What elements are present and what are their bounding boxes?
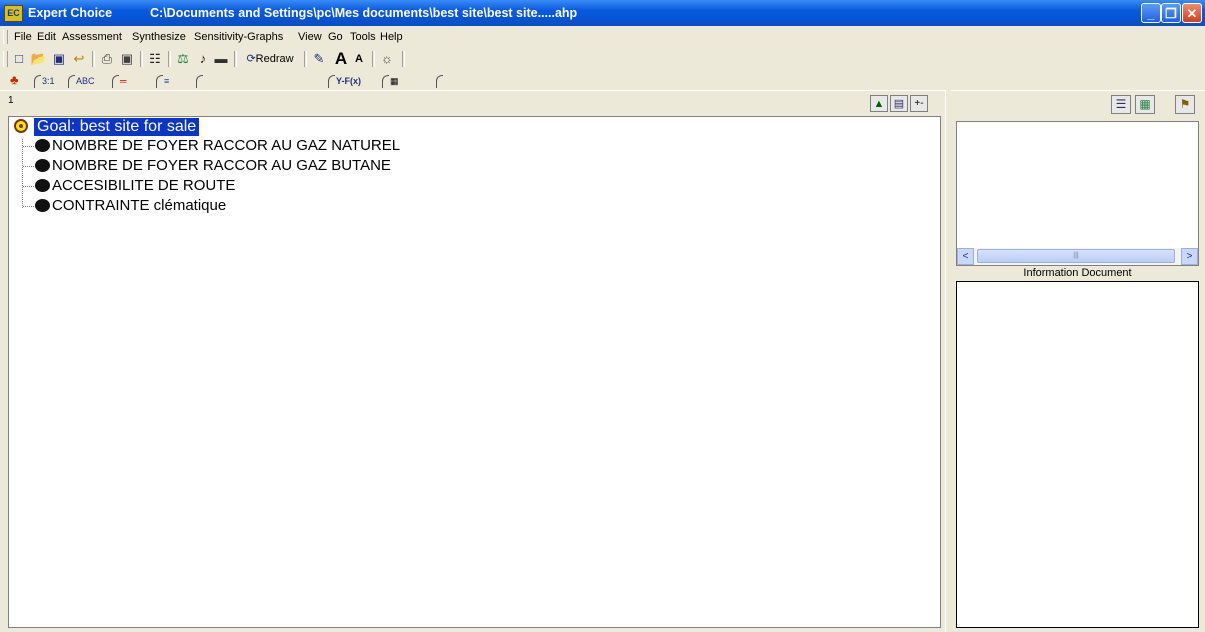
minimize-button[interactable]: _ bbox=[1141, 3, 1161, 23]
tree-connector bbox=[23, 206, 34, 207]
redraw-label: Redraw bbox=[255, 53, 294, 65]
information-document-pane[interactable] bbox=[956, 281, 1199, 628]
tab-formula[interactable]: Y-F(x) bbox=[328, 74, 361, 88]
app-title: Expert Choice bbox=[28, 6, 113, 20]
menu-edit[interactable]: Edit bbox=[37, 31, 56, 43]
toolbar-separator bbox=[304, 51, 307, 67]
font-smaller-icon[interactable]: A bbox=[352, 50, 366, 68]
balance-scale-icon[interactable]: ⚖ bbox=[174, 50, 192, 68]
edit-notes-icon[interactable]: ☰ bbox=[1111, 95, 1131, 114]
menu-file[interactable]: File bbox=[14, 31, 32, 43]
scroll-thumb[interactable]: ||| bbox=[977, 249, 1175, 263]
pane-splitter[interactable] bbox=[945, 90, 952, 632]
toolbar-separator bbox=[140, 51, 143, 67]
title-bar: EC Expert Choice C:\Documents and Settin… bbox=[0, 0, 1205, 26]
menu-tools[interactable]: Tools bbox=[350, 31, 376, 43]
notes-pane[interactable]: < ||| > bbox=[956, 121, 1199, 266]
mode-tabs-bar: ♣ 3:1 ABC ═ ≡ Y-F(x) ▦ bbox=[0, 72, 1205, 89]
undo-icon[interactable]: ↩ bbox=[70, 50, 88, 68]
block-icon[interactable]: ▬ bbox=[212, 50, 230, 68]
hierarchy-icon[interactable]: ☷ bbox=[146, 50, 164, 68]
criterion-label[interactable]: NOMBRE DE FOYER RACCOR AU GAZ BUTANE bbox=[52, 156, 391, 176]
tree-connector bbox=[23, 186, 34, 187]
tab-blank[interactable] bbox=[196, 74, 204, 88]
window-view-icon[interactable]: ▤ bbox=[890, 95, 908, 112]
menu-go[interactable]: Go bbox=[328, 31, 343, 43]
expert-choice-app-icon[interactable]: EC bbox=[4, 5, 23, 22]
menu-assessment[interactable]: Assessment bbox=[62, 31, 122, 43]
menu-grip bbox=[3, 30, 8, 44]
criterion-label[interactable]: NOMBRE DE FOYER RACCOR AU GAZ NATUREL bbox=[52, 136, 400, 156]
scroll-right-button[interactable]: > bbox=[1181, 248, 1198, 265]
expand-collapse-icon[interactable]: +- bbox=[910, 95, 928, 112]
menu-view[interactable]: View bbox=[298, 31, 322, 43]
criterion-label[interactable]: ACCESIBILITE DE ROUTE bbox=[52, 176, 235, 196]
save-disk-icon[interactable]: ▣ bbox=[50, 50, 68, 68]
new-file-icon[interactable]: □ bbox=[10, 50, 28, 68]
scroll-left-button[interactable]: < bbox=[957, 248, 974, 265]
tab-end[interactable] bbox=[436, 74, 444, 88]
restore-button[interactable]: ❐ bbox=[1161, 3, 1181, 23]
information-document-label: Information Document bbox=[1023, 267, 1132, 279]
open-folder-icon[interactable]: 📂 bbox=[30, 50, 48, 68]
criterion-node-icon bbox=[35, 199, 50, 212]
pencil-icon[interactable]: ✎ bbox=[310, 50, 328, 68]
tree-toggle-icon[interactable]: ▦ bbox=[1135, 95, 1155, 114]
tree-view-icon[interactable]: ▲ bbox=[870, 95, 888, 112]
font-larger-icon[interactable]: A bbox=[332, 50, 350, 68]
find-icon[interactable]: ⚑ bbox=[1175, 95, 1195, 114]
toolbar-separator bbox=[234, 51, 237, 67]
music-note-icon[interactable]: ♪ bbox=[196, 50, 210, 68]
tree-connector bbox=[23, 146, 34, 147]
criterion-node-icon bbox=[35, 179, 50, 192]
toolbar-separator bbox=[92, 51, 95, 67]
help-icon[interactable]: ☼ bbox=[378, 50, 396, 68]
tab-verbal[interactable]: ABC bbox=[68, 74, 95, 88]
criterion-node-icon bbox=[35, 139, 50, 152]
redraw-icon: ⟳ bbox=[246, 53, 256, 65]
criterion-label[interactable]: CONTRAINTE clématique bbox=[52, 196, 226, 216]
close-button[interactable]: ✕ bbox=[1182, 3, 1202, 23]
tab-questionnaire[interactable]: ≡ bbox=[156, 74, 169, 88]
tab-graphical[interactable]: ═ bbox=[112, 74, 126, 88]
goal-icon bbox=[14, 119, 28, 133]
right-pane-header: ☰ ▦ ⚑ bbox=[951, 90, 1205, 119]
print-icon[interactable]: ⎙ bbox=[98, 50, 116, 68]
print-preview-icon[interactable]: ▣ bbox=[118, 50, 136, 68]
toolbar-separator bbox=[402, 51, 405, 67]
toolbar-grip bbox=[3, 51, 8, 67]
goal-label[interactable]: Goal: best site for sale bbox=[34, 118, 200, 136]
tree-connector bbox=[23, 166, 34, 167]
tree-header-strip: 1 bbox=[0, 90, 945, 116]
redraw-button[interactable]: ⟳Redraw bbox=[240, 50, 300, 68]
color-palette-icon[interactable]: ♣ bbox=[10, 72, 19, 87]
horizontal-scrollbar[interactable]: < ||| > bbox=[957, 248, 1198, 265]
hierarchy-tree-pane[interactable]: Goal: best site for sale NOMBRE DE FOYER… bbox=[8, 116, 941, 628]
main-toolbar: □ 📂 ▣ ↩ ⎙ ▣ ☷ ⚖ ♪ ▬ ⟳Redraw ✎ A A ☼ bbox=[0, 47, 510, 71]
tree-connector bbox=[22, 139, 23, 208]
tab-data-grid[interactable]: ▦ bbox=[382, 74, 399, 88]
menu-synthesize[interactable]: Synthesize bbox=[132, 31, 186, 43]
menu-bar: File Edit Assessment Synthesize Sensitiv… bbox=[0, 28, 1205, 46]
tab-pairwise-numerical[interactable]: 3:1 bbox=[34, 74, 55, 88]
file-path: C:\Documents and Settings\pc\Mes documen… bbox=[150, 6, 578, 20]
menu-sensitivity-graphs[interactable]: Sensitivity-Graphs bbox=[194, 31, 283, 43]
criterion-node-icon bbox=[35, 159, 50, 172]
level-number: 1 bbox=[8, 95, 14, 106]
toolbar-separator bbox=[372, 51, 375, 67]
toolbar-separator bbox=[168, 51, 171, 67]
menu-help[interactable]: Help bbox=[380, 31, 403, 43]
